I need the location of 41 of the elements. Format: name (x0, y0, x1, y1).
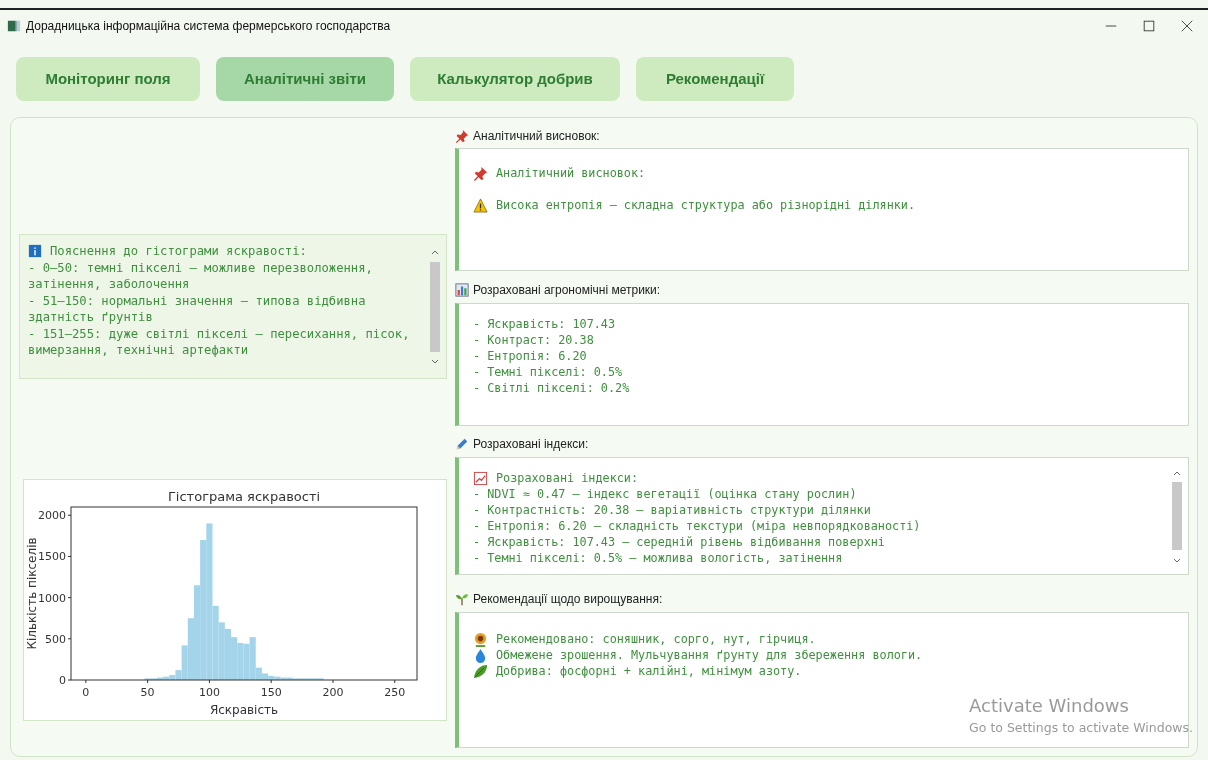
tick-label: 250 (384, 686, 406, 699)
tick-label: 1000 (38, 591, 66, 605)
text-line: Розраховані індекси: (496, 470, 639, 487)
section-title: Рекомендації щодо вирощування: (473, 590, 663, 608)
tick-label: 500 (45, 632, 66, 646)
notice-text: Go to Settings to activate Windows. (969, 719, 1193, 738)
section-title: Аналітичний висновок: (473, 127, 600, 145)
text-line: - Яскравість: 107.43 — середній рівень відбивання поверхні (473, 534, 885, 551)
text-line: - Ентропія: 6.20 (473, 347, 587, 364)
text-line: - Темні пікселі: 0.5% — можлива вологість, затінення (473, 550, 843, 567)
tick-label: 0 (82, 686, 90, 699)
text-line: Аналітичний висновок: (496, 165, 646, 182)
text-line: - Яскравість: 107.43 (473, 315, 616, 332)
tick-label: 1500 (38, 550, 66, 564)
chart-title: Гістограма яскравості (167, 489, 321, 504)
section-title: Розраховані індекси: (473, 436, 589, 454)
text-line: Пояснення до гістограми яскравості: (50, 243, 307, 260)
tick-label: 150 (260, 686, 282, 699)
text-line: - 51–150: нормальні значення — типова відбивна здатність ґрунтів (28, 292, 367, 326)
tick-label: 100 (198, 686, 220, 699)
text-line: Рекомендовано: соняшник, сорго, нут, гірчиця. (496, 630, 816, 647)
section-title: Розраховані агрономічні метрики: (473, 282, 661, 300)
text-line: - Контрастність: 20.38 — варіативність структури ділянки (473, 502, 871, 519)
window-title: Дорадницька інформаційна система фермерського господарства (26, 18, 392, 35)
axis-label: Яскравість (209, 703, 279, 717)
tick-label: 0 (59, 674, 66, 687)
text-line: Висока ентропія — складна структура або різнорідні ділянки. (496, 197, 916, 214)
text-line: Обмежене зрошення. Мульчування ґрунту для збереження вологи. (496, 646, 923, 663)
text-line: - 0–50: темні пікселі — можливе перезволоження, затінення, заболочення (28, 259, 374, 293)
text-line: - 151–255: дуже світлі пікселі — пересихання, пісок, вимерзання, технічні артефакти (28, 325, 411, 359)
tick-label: 2000 (38, 509, 66, 523)
notice-title: Activate Windows (969, 694, 1130, 719)
tick-label: 50 (140, 686, 155, 699)
text-line: - NDVI ≈ 0.47 — індекс вегетації (оцінка стану рослин) (473, 486, 857, 503)
tick-label: 200 (322, 686, 344, 699)
text-line: - Ентропія: 6.20 — складність текстури (міра невпорядкованості) (473, 518, 921, 535)
text-line: - Контраст: 20.38 (473, 331, 594, 348)
axis-label: Кількість пікселів (25, 537, 39, 650)
text-line: - Темні пікселі: 0.5% (473, 363, 623, 380)
text-line: Добрива: фосфорні + калійні, мінімум азоту. (496, 662, 802, 679)
text-line: - Світлі пікселі: 0.2% (473, 379, 630, 396)
